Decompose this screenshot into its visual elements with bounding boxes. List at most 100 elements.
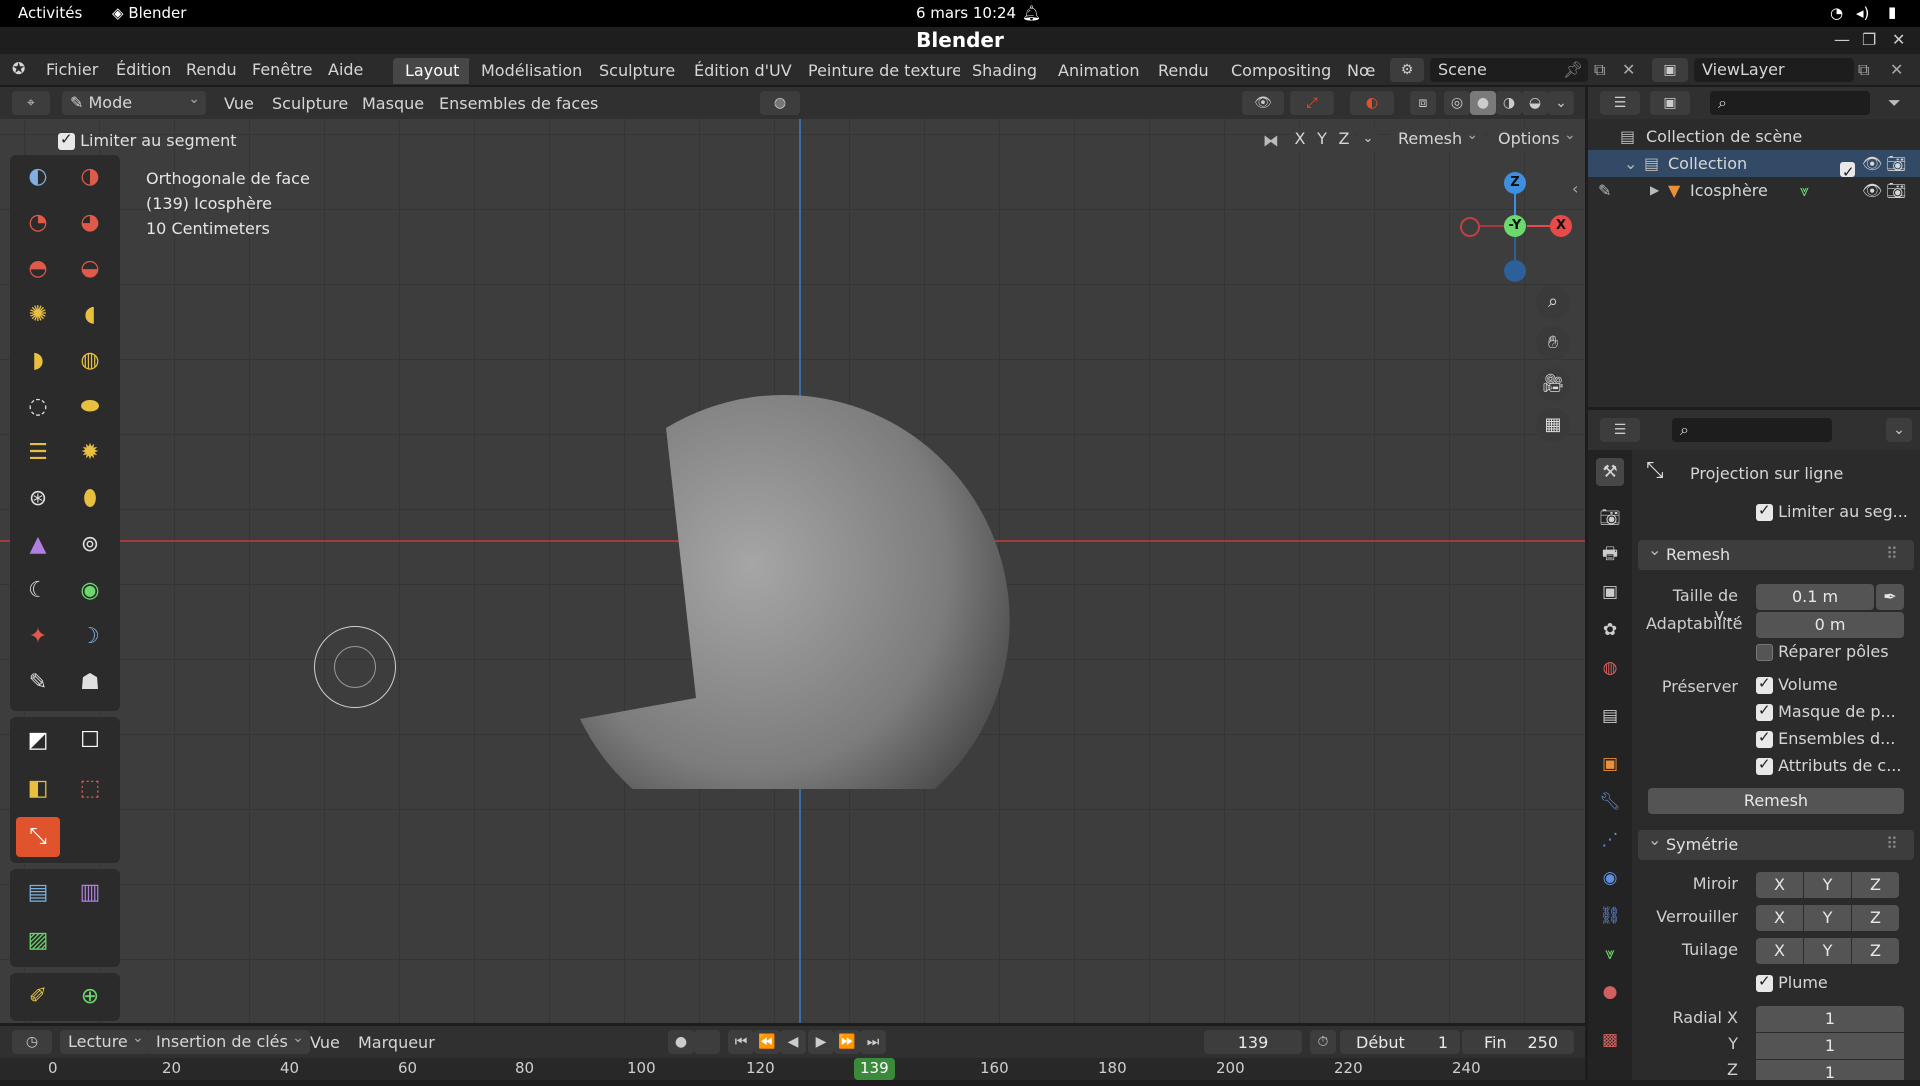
solid-shading-icon[interactable]: ● [1470,91,1496,115]
lock-z-toggle[interactable]: Z [1852,905,1899,931]
sidebar-toggle-icon[interactable]: ‹ [1572,179,1578,198]
pose-brush-icon[interactable]: ☾ [16,571,60,611]
volume-icon[interactable]: ◂) [1856,4,1869,22]
fix-poles-option[interactable]: Réparer pôles [1756,642,1889,661]
symmetry-panel-header[interactable]: Symétrie [1638,825,1914,860]
panel-drag-icon[interactable]: ⠿ [1886,834,1898,853]
adaptivity-field[interactable]: 0 m [1756,612,1904,638]
mirror-x-toggle[interactable]: X [1756,872,1803,898]
minimize-icon[interactable]: — [1834,30,1850,49]
pan-hand-icon[interactable]: ✋︎ [1536,326,1570,360]
clay-strips-brush-icon[interactable]: ◕ [68,203,112,243]
gizmo-neg-z-axis[interactable] [1504,260,1526,282]
object-render-icon[interactable]: 📷︎ [1886,177,1906,204]
crease-brush-icon[interactable]: ◗ [16,341,60,381]
tab-layout[interactable]: Layout [393,58,472,84]
preserve-volume-option[interactable]: Volume [1756,674,1838,694]
app-menu[interactable]: ◈ Blender [112,4,186,22]
object-visibility-icon[interactable]: 👁︎ [1862,177,1882,204]
rendered-shading-icon[interactable]: ◒ [1522,91,1548,115]
tiling-x-toggle[interactable]: X [1756,938,1803,964]
visibility-icon[interactable]: 👁︎ [1242,91,1284,115]
start-frame-field[interactable]: Début 1 [1340,1030,1460,1054]
texture-tab-icon[interactable]: ▩ [1596,1026,1624,1054]
draw-brush-icon[interactable]: ◐ [16,157,60,197]
output-tab-icon[interactable]: 🖶︎ [1596,540,1624,568]
activities-button[interactable]: Activités [18,4,82,22]
inflate-brush-icon[interactable]: ✺ [16,295,60,335]
preserve-mask-checkbox[interactable] [1756,701,1773,721]
box-mask-icon[interactable]: ☐ [68,721,112,761]
wifi-icon[interactable]: ◔ [1830,4,1843,22]
limit-segment-prop[interactable]: Limiter au seg... [1756,501,1908,521]
delete-scene-icon[interactable]: ✕ [1622,60,1635,79]
limit-segment-checkbox[interactable] [58,130,75,150]
display-mode-icon[interactable]: ▣ [1650,91,1690,115]
particles-tab-icon[interactable]: ⋰ [1596,826,1624,854]
modifier-tab-icon[interactable]: 🔧︎ [1596,788,1624,816]
line-project-icon[interactable]: ⤡ [16,817,60,857]
annotate-tool-icon[interactable]: ✐ [16,977,60,1017]
ortho-grid-icon[interactable]: ▦ [1536,408,1570,442]
timeline-ruler[interactable]: 0 20 40 60 80 100 120 139 160 180 200 22… [0,1058,1585,1080]
current-frame-marker[interactable]: 139 [854,1058,895,1080]
cloth-brush-icon[interactable]: ☗ [68,663,112,703]
tab-peinture-texture[interactable]: Peinture de texture [796,58,974,84]
nudge-brush-icon[interactable]: ◉ [68,571,112,611]
symmetry-icon[interactable]: ⧓ [1263,131,1279,150]
limit-segment-option[interactable]: Limiter au segment [58,130,236,150]
delete-viewlayer-icon[interactable]: ✕ [1890,60,1903,79]
battery-icon[interactable]: ▮ [1888,3,1896,21]
pinch-brush-icon[interactable]: ⊛ [16,479,60,519]
radial-y-field[interactable]: 1 [1756,1033,1904,1059]
tab-nodes[interactable]: Nœ [1335,58,1388,84]
mesh-filter-icon[interactable]: ▤ [16,873,60,913]
camera-view-icon[interactable]: 🎥︎ [1536,367,1570,401]
radial-x-field[interactable]: 1 [1756,1006,1904,1032]
menu-edition[interactable]: Édition [116,60,171,79]
grab-brush-icon[interactable]: ⬮ [68,479,112,519]
next-keyframe-icon[interactable]: ⏩ [834,1030,860,1054]
expand-chevron-icon[interactable]: ⌄ [1624,150,1637,177]
wireframe-shading-icon[interactable]: ◎ [1444,91,1470,115]
icosphere-object[interactable] [560,309,1040,789]
collection-exclude-checkbox[interactable] [1840,159,1855,186]
mesh-data-icon[interactable]: ⩔ [1800,177,1809,204]
record-icon[interactable]: ● [668,1030,694,1054]
material-shading-icon[interactable]: ◑ [1496,91,1522,115]
tab-modelisation[interactable]: Modélisation [469,58,595,84]
physics-tab-icon[interactable]: ◉ [1596,864,1624,892]
stopwatch-icon[interactable]: ⏱ [1310,1030,1336,1054]
editor-type-icon[interactable]: ⌖ [12,91,50,115]
collection-tab-icon[interactable]: ▤ [1596,702,1624,730]
cloth-filter-icon[interactable]: ▥ [68,873,112,913]
menu-masque[interactable]: Masque [362,94,424,113]
tab-sculpture[interactable]: Sculpture [587,58,688,84]
scene-tab-icon[interactable]: ✿ [1596,616,1624,644]
properties-options-icon[interactable]: ⌄ [1886,418,1912,442]
expand-arrow-icon[interactable]: ▶ [1650,177,1659,204]
blender-logo-icon[interactable]: ✪ [12,59,25,78]
rotate-brush-icon[interactable]: ✦ [16,617,60,657]
scrape-brush-icon[interactable]: ☰ [16,433,60,473]
preserve-attributes-option[interactable]: Attributs de c... [1756,755,1901,775]
zoom-icon[interactable]: ⌕ [1536,285,1570,319]
filter-icon[interactable]: ⏷ [1888,93,1901,113]
end-frame-field[interactable]: Fin 250 [1462,1030,1574,1054]
close-icon[interactable]: ✕ [1892,30,1905,49]
menu-rendu[interactable]: Rendu [186,60,237,79]
tab-compositing[interactable]: Compositing [1219,58,1344,84]
properties-editor-type-icon[interactable]: ☰ [1600,418,1640,442]
maximize-icon[interactable]: ❐ [1862,30,1876,49]
snake-hook-brush-icon[interactable]: ▲ [16,525,60,565]
play-reverse-icon[interactable]: ◀ [780,1030,806,1054]
eyedropper-icon[interactable]: ✒ [1876,584,1904,610]
gizmo-z-axis[interactable]: Z [1504,172,1526,194]
preserve-volume-checkbox[interactable] [1756,674,1773,694]
lock-y-toggle[interactable]: Y [1804,905,1851,931]
transform-pivot-icon[interactable]: ◍ [760,91,800,115]
menu-sculpture[interactable]: Sculpture [272,94,348,113]
object-tab-icon[interactable]: ▣ [1596,750,1624,778]
new-scene-icon[interactable]: ⧉ [1594,60,1605,80]
jump-start-icon[interactable]: ⏮ [728,1030,754,1054]
